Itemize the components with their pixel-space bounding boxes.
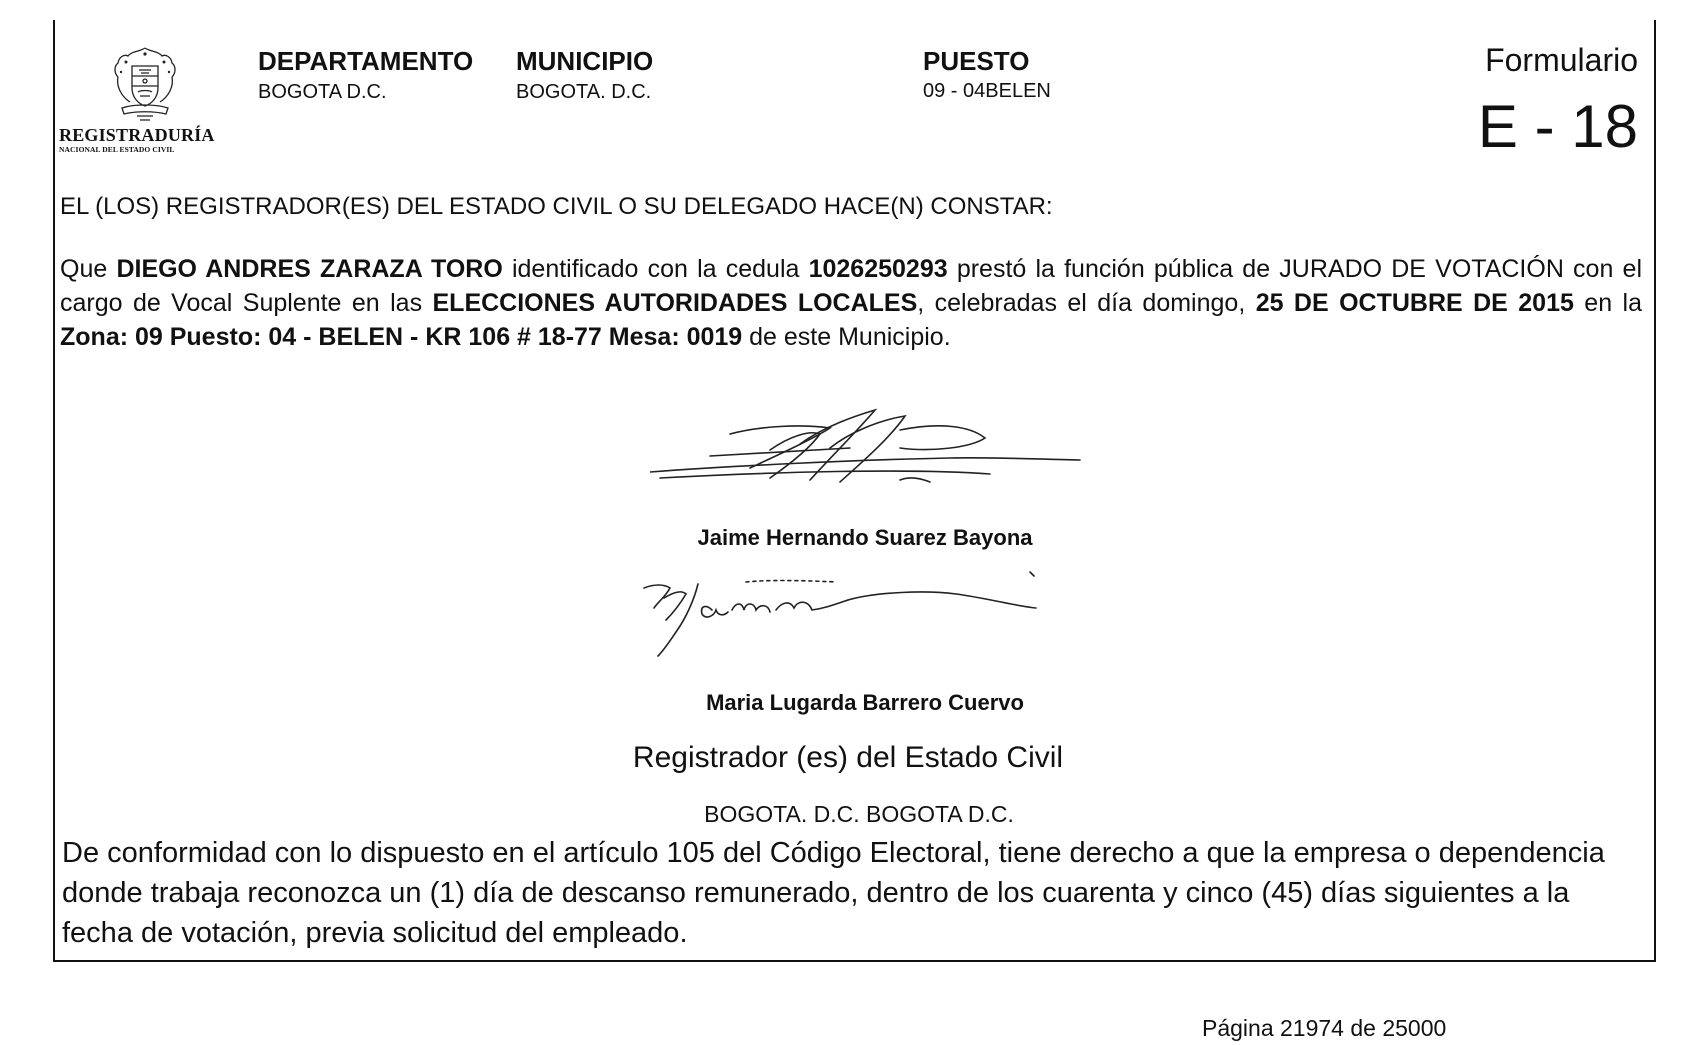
registrador-title: Registrador (es) del Estado Civil — [632, 741, 1064, 774]
municipio-label: MUNICIPIO — [516, 46, 654, 76]
city-line: BOGOTA. D.C. BOGOTA D.C. — [704, 801, 1014, 827]
municipio-value: BOGOTA. D.C. — [516, 81, 652, 103]
registraduria-logo-title: REGISTRADURÍA — [59, 125, 215, 145]
signature-1-image — [650, 408, 1081, 483]
puesto-label: PUESTO — [923, 46, 1030, 76]
formulario-code: E - 18 — [1477, 93, 1638, 160]
constar-heading: EL (LOS) REGISTRADOR(ES) DEL ESTADO CIVI… — [60, 193, 1053, 220]
election-name: ELECCIONES AUTORIDADES LOCALES — [432, 289, 918, 317]
departamento-label: DEPARTAMENTO — [258, 46, 474, 76]
body-text: de este Municipio. — [742, 323, 951, 351]
registraduria-logo-subtitle: NACIONAL DEL ESTADO CIVIL — [59, 145, 175, 154]
body-text: Que — [60, 255, 117, 283]
certification-paragraph: Que DIEGO ANDRES ZARAZA TORO identificad… — [60, 252, 1642, 354]
signature-2-image — [643, 571, 1037, 657]
page-number: Página 21974 de 25000 — [1202, 1015, 1447, 1041]
polling-location: Zona: 09 Puesto: 04 - BELEN - KR 106 # 1… — [60, 323, 743, 351]
departamento-value: BOGOTA D.C. — [258, 81, 387, 103]
signatory-2-name: Maria Lugarda Barrero Cuervo — [706, 690, 1024, 715]
body-text: en la — [1573, 289, 1642, 317]
puesto-value: 09 - 04BELEN — [923, 80, 1051, 102]
body-text: identificado con la cedula — [502, 255, 809, 283]
conformidad-notice: De conformidad con lo dispuesto en el ar… — [62, 837, 1605, 949]
signatory-1-name: Jaime Hernando Suarez Bayona — [697, 525, 1033, 550]
formulario-label: Formulario — [1485, 42, 1638, 78]
election-date: 25 DE OCTUBRE DE 2015 — [1255, 289, 1574, 317]
cedula-number: 1026250293 — [808, 255, 948, 283]
jurado-name: DIEGO ANDRES ZARAZA TORO — [116, 255, 503, 283]
body-text: , celebradas el día domingo, — [917, 289, 1256, 317]
coat-of-arms-icon — [114, 47, 176, 121]
